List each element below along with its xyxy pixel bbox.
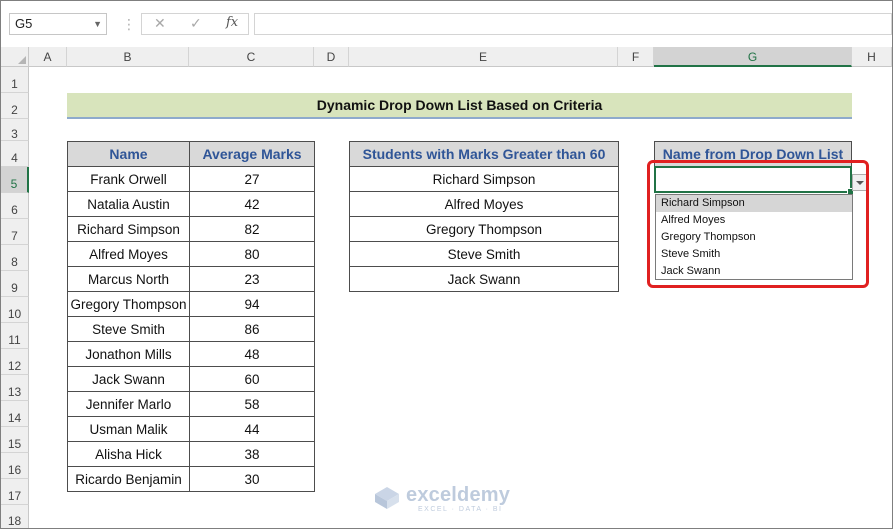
table-row: Jack Swann 60 <box>67 366 315 392</box>
watermark-brand: exceldemy <box>406 484 511 506</box>
average-marks-cell[interactable]: 94 <box>189 291 315 317</box>
filtered-student-cell[interactable]: Gregory Thompson <box>349 216 619 242</box>
filtered-student-cell[interactable]: Alfred Moyes <box>349 191 619 217</box>
student-name-cell[interactable]: Steve Smith <box>67 316 190 342</box>
row-header-4[interactable]: 4 <box>1 141 29 167</box>
average-marks-cell[interactable]: 82 <box>189 216 315 242</box>
more-options-icon: ⋮ <box>122 16 136 32</box>
filtered-students-header[interactable]: Students with Marks Greater than 60 <box>349 141 619 167</box>
student-name-cell[interactable]: Usman Malik <box>67 416 190 442</box>
name-box[interactable]: G5 ▼ <box>9 13 107 35</box>
row-header-3[interactable]: 3 <box>1 119 29 141</box>
highlight-box <box>647 160 869 288</box>
chevron-down-icon[interactable]: ▼ <box>93 14 102 34</box>
column-header-c[interactable]: C <box>189 47 314 67</box>
student-name-cell[interactable]: Jennifer Marlo <box>67 391 190 417</box>
column-header-b[interactable]: B <box>67 47 189 67</box>
formula-bar: G5 ▼ ⋮ ✕ ✓ fx <box>1 1 892 45</box>
student-name-cell[interactable]: Alisha Hick <box>67 441 190 467</box>
column-header-e[interactable]: E <box>349 47 618 67</box>
student-name-cell[interactable]: Ricardo Benjamin <box>67 466 190 492</box>
table-row: Alisha Hick 38 <box>67 441 315 467</box>
table-row: Jonathon Mills 48 <box>67 341 315 367</box>
average-marks-cell[interactable]: 30 <box>189 466 315 492</box>
row-header-11[interactable]: 11 <box>1 323 29 349</box>
insert-function-icon[interactable]: fx <box>226 15 238 30</box>
average-marks-cell[interactable]: 58 <box>189 391 315 417</box>
filtered-student-cell[interactable]: Jack Swann <box>349 266 619 292</box>
average-marks-cell[interactable]: 86 <box>189 316 315 342</box>
row-header-5[interactable]: 5 <box>1 167 29 193</box>
column-header-f[interactable]: F <box>618 47 654 67</box>
name-box-value: G5 <box>15 16 33 31</box>
student-name-cell[interactable]: Marcus North <box>67 266 190 292</box>
watermark-tagline: EXCEL · DATA · BI <box>418 506 503 513</box>
exceldemy-logo-icon <box>375 487 399 509</box>
table-row: Jack Swann <box>349 266 619 292</box>
student-name-cell[interactable]: Richard Simpson <box>67 216 190 242</box>
select-all-button[interactable] <box>1 47 29 67</box>
table-row: Alfred Moyes 80 <box>67 241 315 267</box>
row-header-16[interactable]: 16 <box>1 453 29 479</box>
enter-icon[interactable]: ✓ <box>190 15 202 32</box>
row-header-9[interactable]: 9 <box>1 271 29 297</box>
table-row: Usman Malik 44 <box>67 416 315 442</box>
filtered-student-cell[interactable]: Richard Simpson <box>349 166 619 192</box>
row-header-17[interactable]: 17 <box>1 479 29 505</box>
page-title: Dynamic Drop Down List Based on Criteria <box>67 93 852 119</box>
table-row: Marcus North 23 <box>67 266 315 292</box>
row-header-10[interactable]: 10 <box>1 297 29 323</box>
table-row: Gregory Thompson <box>349 216 619 242</box>
row-header-6[interactable]: 6 <box>1 193 29 219</box>
cancel-icon[interactable]: ✕ <box>154 15 166 32</box>
table-row: Gregory Thompson 94 <box>67 291 315 317</box>
table-row: Ricardo Benjamin 30 <box>67 466 315 492</box>
average-marks-header[interactable]: Average Marks <box>189 141 315 167</box>
marks-table: Name Average Marks Frank Orwell 27 Natalia… <box>67 141 315 492</box>
table-row: Richard Simpson 82 <box>67 216 315 242</box>
student-name-cell[interactable]: Jonathon Mills <box>67 341 190 367</box>
table-row: Richard Simpson <box>349 166 619 192</box>
average-marks-cell[interactable]: 38 <box>189 441 315 467</box>
column-header-g[interactable]: G <box>654 47 852 67</box>
average-marks-cell[interactable]: 27 <box>189 166 315 192</box>
table-row: Frank Orwell 27 <box>67 166 315 192</box>
formula-input[interactable] <box>254 13 892 35</box>
row-header-18[interactable]: 18 <box>1 505 29 528</box>
filtered-student-cell[interactable]: Steve Smith <box>349 241 619 267</box>
exceldemy-watermark: exceldemy EXCEL · DATA · BI <box>374 484 524 514</box>
column-header-d[interactable]: D <box>314 47 349 67</box>
row-header-12[interactable]: 12 <box>1 349 29 375</box>
student-name-cell[interactable]: Natalia Austin <box>67 191 190 217</box>
column-header-a[interactable]: A <box>29 47 67 67</box>
filtered-students-table: Students with Marks Greater than 60 Rich… <box>349 141 619 292</box>
row-header-2[interactable]: 2 <box>1 93 29 119</box>
average-marks-cell[interactable]: 23 <box>189 266 315 292</box>
row-header-14[interactable]: 14 <box>1 401 29 427</box>
average-marks-cell[interactable]: 48 <box>189 341 315 367</box>
table-row: Jennifer Marlo 58 <box>67 391 315 417</box>
row-header-7[interactable]: 7 <box>1 219 29 245</box>
student-name-cell[interactable]: Jack Swann <box>67 366 190 392</box>
average-marks-cell[interactable]: 80 <box>189 241 315 267</box>
average-marks-cell[interactable]: 60 <box>189 366 315 392</box>
student-name-cell[interactable]: Alfred Moyes <box>67 241 190 267</box>
formula-buttons: ✕ ✓ fx <box>141 13 249 35</box>
row-header-8[interactable]: 8 <box>1 245 29 271</box>
row-header-13[interactable]: 13 <box>1 375 29 401</box>
student-name-cell[interactable]: Frank Orwell <box>67 166 190 192</box>
name-header[interactable]: Name <box>67 141 190 167</box>
row-header-1[interactable]: 1 <box>1 67 29 93</box>
average-marks-cell[interactable]: 42 <box>189 191 315 217</box>
spreadsheet-window: G5 ▼ ⋮ ✕ ✓ fx ABCDEFGH 1 2 3 4 5 6 7 8 9 10 11 12 13… <box>0 0 893 529</box>
table-row: Natalia Austin 42 <box>67 191 315 217</box>
row-header-15[interactable]: 15 <box>1 427 29 453</box>
student-name-cell[interactable]: Gregory Thompson <box>67 291 190 317</box>
column-header-h[interactable]: H <box>852 47 892 67</box>
average-marks-cell[interactable]: 44 <box>189 416 315 442</box>
table-row: Steve Smith 86 <box>67 316 315 342</box>
table-row: Steve Smith <box>349 241 619 267</box>
table-row: Alfred Moyes <box>349 191 619 217</box>
